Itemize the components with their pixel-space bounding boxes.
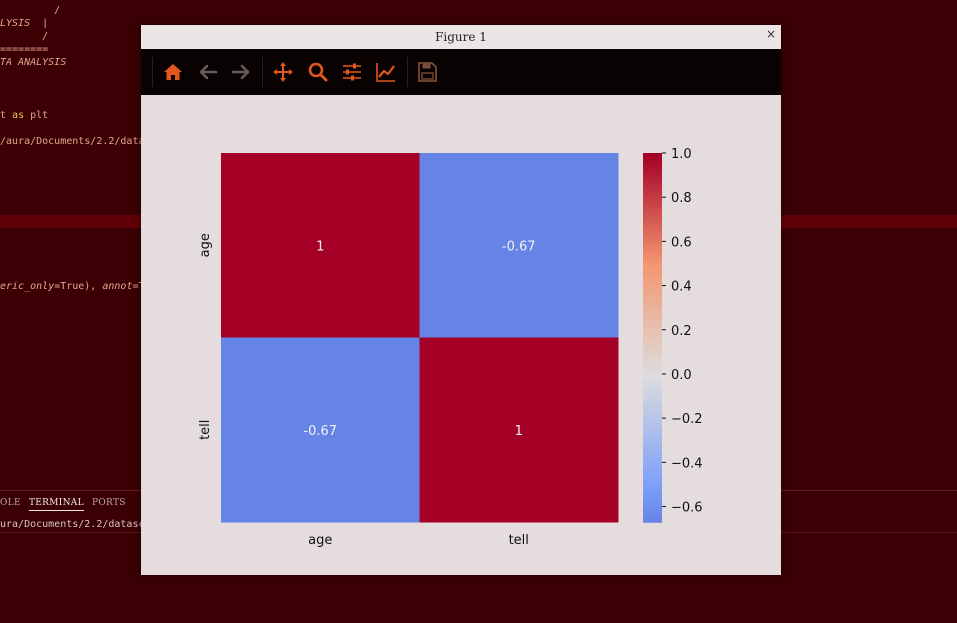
pan-move-icon[interactable] — [271, 60, 295, 84]
toolbar-separator — [152, 57, 153, 87]
colorbar-tick-label: −0.2 — [671, 412, 703, 427]
colorbar-tick-label: −0.6 — [671, 501, 703, 516]
toolbar-separator — [407, 57, 408, 87]
heatmap-chart: 1 -0.67 -0.67 1 age tell age tell 1.0 0.8 0.6 0.4 0.… — [198, 147, 703, 548]
toolbar-separator — [262, 57, 263, 87]
edit-axis-icon[interactable] — [374, 60, 398, 84]
colorbar-tick-label: 0.6 — [671, 235, 692, 250]
code-token: plt — [24, 110, 49, 121]
close-button[interactable]: × — [766, 27, 776, 41]
code-token: eric_only — [0, 281, 55, 292]
colorbar-tick-label: −0.4 — [671, 456, 703, 471]
back-arrow-icon[interactable] — [196, 60, 220, 84]
cell-annotation: -0.67 — [502, 239, 536, 254]
code-token: t — [0, 110, 13, 121]
home-icon[interactable] — [161, 60, 185, 84]
figure-window[interactable]: Figure 1 × 1 -0.67 -0.67 1 age tell age … — [141, 25, 781, 575]
code-line: / — [0, 31, 48, 42]
colorbar-tick-label: 0.8 — [671, 191, 692, 206]
y-tick-label: age — [198, 233, 213, 257]
code-token: as — [12, 110, 25, 121]
zoom-magnifier-icon[interactable] — [306, 60, 330, 84]
code-token: annot — [102, 281, 133, 292]
colorbar-tick-label: 1.0 — [671, 147, 692, 162]
figure-toolbar — [141, 49, 781, 95]
code-token: LYSIS | — [0, 18, 49, 29]
colorbar-tick-label: 0.2 — [671, 324, 692, 339]
code-line: LYSIS | — [0, 18, 48, 29]
configure-subplots-icon[interactable] — [340, 60, 364, 84]
code-token: TA ANALYSIS — [0, 57, 67, 68]
cell-annotation: -0.67 — [303, 424, 337, 439]
colorbar-tick-label: 0.4 — [671, 280, 692, 295]
x-tick-label: tell — [509, 533, 529, 548]
forward-arrow-icon[interactable] — [229, 60, 253, 84]
code-token: ======== — [0, 44, 49, 55]
cell-annotation: 1 — [316, 239, 324, 254]
colorbar-tick-label: 0.0 — [671, 368, 692, 383]
tab-console[interactable]: OLE — [0, 498, 21, 508]
y-tick-label: tell — [198, 420, 213, 440]
code-token: =True), — [54, 281, 103, 292]
code-token: / — [0, 31, 49, 42]
code-line: ======== — [0, 44, 48, 55]
window-title: Figure 1 — [435, 30, 487, 44]
window-titlebar[interactable]: Figure 1 × — [141, 25, 781, 50]
code-line: TA ANALYSIS — [0, 57, 66, 68]
code-line: t as plt — [0, 110, 48, 121]
save-icon[interactable] — [415, 60, 439, 84]
tab-ports[interactable]: PORTS — [92, 498, 126, 508]
x-tick-label: age — [308, 533, 332, 548]
code-token: / — [0, 5, 61, 16]
cell-annotation: 1 — [515, 424, 523, 439]
tab-terminal[interactable]: TERMINAL — [29, 498, 84, 511]
colorbar-segment — [643, 518, 662, 523]
figure-canvas[interactable]: 1 -0.67 -0.67 1 age tell age tell 1.0 0.8 0.6 0.4 0.… — [141, 95, 781, 575]
code-line: / — [0, 5, 60, 16]
